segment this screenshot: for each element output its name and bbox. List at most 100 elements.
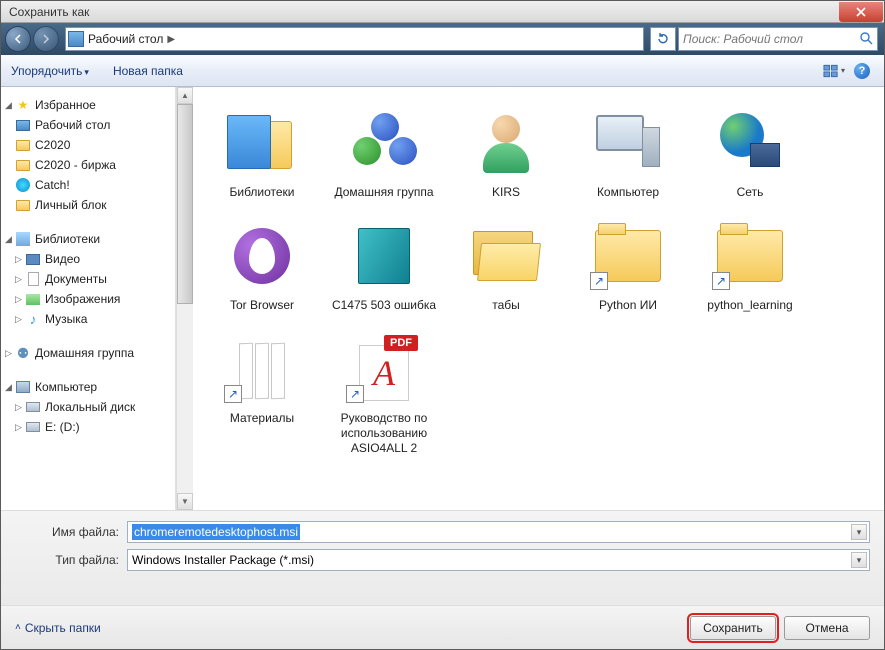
search-input[interactable] xyxy=(683,32,859,46)
organize-menu[interactable]: Упорядочить xyxy=(11,64,89,78)
pdf-icon: APDF xyxy=(356,337,412,401)
expand-icon: ▷ xyxy=(15,254,25,265)
collapse-icon: ◢ xyxy=(5,100,15,111)
search-box[interactable] xyxy=(678,27,878,51)
sidebar-item-c2020[interactable]: C2020 xyxy=(1,135,175,155)
file-item-label: Домашняя группа xyxy=(334,185,433,200)
refresh-icon xyxy=(656,32,670,46)
file-item-label: Сеть xyxy=(737,185,764,200)
file-item[interactable]: C1475 503 ошибка xyxy=(323,212,445,317)
homegroup-header[interactable]: ▷⚉Домашняя группа xyxy=(1,343,175,363)
scroll-thumb[interactable] xyxy=(177,104,193,304)
arrow-right-icon xyxy=(41,34,51,44)
shortcut-icon: ↗ xyxy=(712,272,730,290)
libraries-icon xyxy=(227,113,297,173)
drive-icon xyxy=(26,422,40,432)
collapse-icon: ◢ xyxy=(5,234,15,245)
file-item-label: Tor Browser xyxy=(230,298,294,313)
save-button[interactable]: Сохранить xyxy=(690,616,776,640)
folder-icon xyxy=(16,140,30,151)
filename-input[interactable]: chromeremotedesktophost.msi ▾ xyxy=(127,521,870,543)
filetype-select[interactable]: Windows Installer Package (*.msi) ▾ xyxy=(127,549,870,571)
sidebar-item-drive-e[interactable]: ▷E: (D:) xyxy=(1,417,175,437)
button-row: ˄ Скрыть папки Сохранить Отмена xyxy=(1,605,884,649)
file-item[interactable]: Сеть xyxy=(689,99,811,204)
file-item[interactable]: табы xyxy=(445,212,567,317)
toolbar: Упорядочить Новая папка ▾ ? xyxy=(1,55,884,87)
network-icon xyxy=(718,113,782,173)
sidebar-item-video[interactable]: ▷Видео xyxy=(1,249,175,269)
filetype-value: Windows Installer Package (*.msi) xyxy=(132,553,314,567)
file-item[interactable]: Компьютер xyxy=(567,99,689,204)
collapse-icon: ◢ xyxy=(5,382,15,393)
cancel-button[interactable]: Отмена xyxy=(784,616,870,640)
sidebar-item-desktop[interactable]: Рабочий стол xyxy=(1,115,175,135)
scroll-up-button[interactable]: ▲ xyxy=(177,87,193,104)
tree-homegroup: ▷⚉Домашняя группа xyxy=(1,343,175,363)
desktop-icon xyxy=(16,120,30,131)
document-icon xyxy=(28,272,39,286)
file-item[interactable]: Домашняя группа xyxy=(323,99,445,204)
tree-favorites: ◢★Избранное Рабочий стол C2020 C2020 - б… xyxy=(1,95,175,215)
sidebar-item-documents[interactable]: ▷Документы xyxy=(1,269,175,289)
view-icon xyxy=(823,64,840,78)
filename-dropdown[interactable]: ▾ xyxy=(851,524,867,540)
sidebar-item-localdisk[interactable]: ▷Локальный диск xyxy=(1,397,175,417)
view-options-button[interactable]: ▾ xyxy=(822,60,846,82)
close-button[interactable] xyxy=(839,2,883,22)
file-item[interactable]: KIRS xyxy=(445,99,567,204)
filename-row: Имя файла: chromeremotedesktophost.msi ▾ xyxy=(15,521,870,543)
image-icon xyxy=(26,294,40,305)
sidebar: ◢★Избранное Рабочий стол C2020 C2020 - б… xyxy=(1,87,176,510)
shortcut-icon: ↗ xyxy=(346,385,364,403)
back-button[interactable] xyxy=(5,26,31,52)
filename-value: chromeremotedesktophost.msi xyxy=(132,524,300,540)
hide-folders-button[interactable]: ˄ Скрыть папки xyxy=(15,621,101,635)
music-icon: ♪ xyxy=(25,311,41,327)
computer-header[interactable]: ◢Компьютер xyxy=(1,377,175,397)
file-item-label: Python ИИ xyxy=(599,298,657,313)
help-button[interactable]: ? xyxy=(850,60,874,82)
breadcrumb-bar[interactable]: Рабочий стол ▶ xyxy=(65,27,644,51)
sidebar-item-catch[interactable]: Catch! xyxy=(1,175,175,195)
expand-icon: ▷ xyxy=(15,294,25,305)
expand-icon: ▷ xyxy=(15,314,25,325)
favorites-header[interactable]: ◢★Избранное xyxy=(1,95,175,115)
file-item-label: KIRS xyxy=(492,185,520,200)
file-item[interactable]: ↗Материалы xyxy=(201,325,323,460)
breadcrumb-location: Рабочий стол xyxy=(88,32,163,46)
file-item-label: Материалы xyxy=(230,411,294,426)
file-item-label: табы xyxy=(492,298,520,313)
file-item[interactable]: Библиотеки xyxy=(201,99,323,204)
help-icon: ? xyxy=(854,63,870,79)
drive-icon xyxy=(26,402,40,412)
sidebar-item-images[interactable]: ▷Изображения xyxy=(1,289,175,309)
tor-icon xyxy=(234,228,290,284)
forward-button[interactable] xyxy=(33,26,59,52)
expand-icon: ▷ xyxy=(15,274,25,285)
window-title: Сохранить как xyxy=(1,5,839,19)
file-item[interactable]: Tor Browser xyxy=(201,212,323,317)
expand-icon: ▷ xyxy=(5,348,15,359)
library-icon xyxy=(16,232,30,246)
file-item[interactable]: ↗Python ИИ xyxy=(567,212,689,317)
chevron-right-icon[interactable]: ▶ xyxy=(167,34,175,45)
sidebar-item-music[interactable]: ▷♪Музыка xyxy=(1,309,175,329)
video-icon xyxy=(26,254,40,265)
libraries-header[interactable]: ◢Библиотеки xyxy=(1,229,175,249)
search-icon xyxy=(859,31,873,48)
scroll-down-button[interactable]: ▼ xyxy=(177,493,193,510)
file-item-label: C1475 503 ошибка xyxy=(332,298,436,313)
desktop-icon xyxy=(68,31,84,47)
sidebar-item-personal[interactable]: Личный блок xyxy=(1,195,175,215)
filename-label: Имя файла: xyxy=(15,525,127,539)
new-folder-button[interactable]: Новая папка xyxy=(113,64,183,78)
refresh-button[interactable] xyxy=(650,27,676,51)
scroll-track[interactable] xyxy=(177,304,193,493)
file-list[interactable]: Библиотеки Домашняя группа KIRS Компьютер Се… xyxy=(193,87,884,510)
file-item[interactable]: APDF↗Руководство по использованию ASIO4A… xyxy=(323,325,445,460)
sidebar-scrollbar[interactable]: ▲ ▼ xyxy=(176,87,193,510)
sidebar-item-c2020-birzha[interactable]: C2020 - биржа xyxy=(1,155,175,175)
filetype-dropdown[interactable]: ▾ xyxy=(851,552,867,568)
file-item[interactable]: ↗python_learning xyxy=(689,212,811,317)
